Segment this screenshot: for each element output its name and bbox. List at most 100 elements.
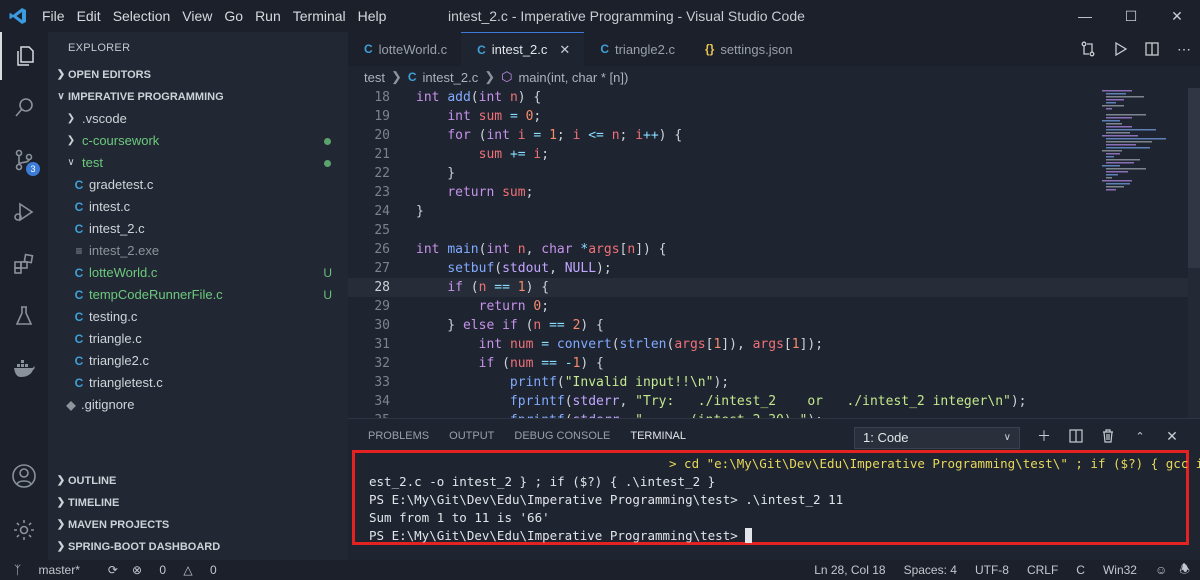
problems-status[interactable]: ⊗ 0 △ 0	[132, 563, 231, 577]
tree-item-tempcoderunnerfile[interactable]: C tempCodeRunnerFile.c U	[48, 284, 348, 306]
project-section[interactable]: ∨ IMPERATIVE PROGRAMMING	[48, 86, 348, 108]
platform-status[interactable]: Win32	[1103, 563, 1137, 577]
tree-item-triangle[interactable]: C triangle.c	[48, 328, 348, 350]
docker-icon[interactable]	[0, 344, 48, 392]
account-icon[interactable]	[0, 452, 48, 500]
language-mode[interactable]: C	[1076, 563, 1085, 577]
feedback-icon[interactable]: ☺	[1155, 563, 1167, 577]
code-line[interactable]: 31 int num = convert(strlen(args[1]), ar…	[348, 335, 1200, 354]
tree-item-intest-2-exe[interactable]: ≡ intest_2.exe	[48, 240, 348, 262]
split-editor-icon[interactable]	[1136, 41, 1168, 57]
search-icon[interactable]	[0, 84, 48, 132]
code-line[interactable]: 34 fprintf(stderr, "Try: ./intest_2 or .…	[348, 392, 1200, 411]
minimap[interactable]	[1098, 88, 1188, 208]
tree-item-testing[interactable]: C testing.c	[48, 306, 348, 328]
spring-boot-dashboard-section[interactable]: ❯ SPRING-BOOT DASHBOARD	[48, 536, 348, 558]
editor-scrollbar[interactable]	[1188, 88, 1200, 418]
code-line[interactable]: 35 fprintf(stderr, " (intest_2 30) ");	[348, 411, 1200, 418]
menu-help[interactable]: Help	[352, 8, 393, 24]
terminal-prompt-line: PS E:\My\Git\Dev\Edu\Imperative Programm…	[369, 527, 1186, 545]
compare-changes-icon[interactable]	[1072, 41, 1104, 57]
tree-item-gitignore[interactable]: ◆ .gitignore	[48, 394, 348, 416]
open-editors-section[interactable]: ❯ OPEN EDITORS	[48, 64, 348, 86]
tree-item-lotteworld[interactable]: C lotteWorld.c U	[48, 262, 348, 284]
code-line[interactable]: 32 if (num == -1) {	[348, 354, 1200, 373]
code-line[interactable]: 26 int main(int n, char *args[n]) {	[348, 240, 1200, 259]
run-code-icon[interactable]	[1104, 41, 1136, 57]
tree-item-intest-2[interactable]: C intest_2.c	[48, 218, 348, 240]
panel-tab-debug-console[interactable]: DEBUG CONSOLE	[514, 430, 610, 442]
explorer-icon[interactable]	[0, 32, 48, 80]
menu-file[interactable]: File	[36, 8, 71, 24]
breadcrumb-file[interactable]: intest_2.c	[423, 70, 479, 85]
tree-item-triangletest[interactable]: C triangletest.c	[48, 372, 348, 394]
panel-tab-output[interactable]: OUTPUT	[449, 430, 494, 442]
code-line[interactable]: 27 setbuf(stdout, NULL);	[348, 259, 1200, 278]
close-panel-icon[interactable]: ✕	[1156, 425, 1188, 447]
code-line[interactable]: 22 }	[348, 164, 1200, 183]
code-line[interactable]: 33 printf("Invalid input!!\n");	[348, 373, 1200, 392]
sync-icon[interactable]: ⟳	[108, 563, 118, 577]
source-control-icon[interactable]: 3	[0, 136, 48, 184]
cursor-position[interactable]: Ln 28, Col 18	[814, 563, 885, 577]
run-debug-icon[interactable]	[0, 188, 48, 236]
branch-status[interactable]: ᛉ master*	[14, 563, 94, 577]
indentation-status[interactable]: Spaces: 4	[904, 563, 957, 577]
panel-tab-problems[interactable]: PROBLEMS	[368, 430, 429, 442]
kill-terminal-icon[interactable]	[1092, 425, 1124, 447]
code-line[interactable]: 24}	[348, 202, 1200, 221]
tree-item-vscode[interactable]: ❯ .vscode	[48, 108, 348, 130]
code-line[interactable]: 18 int add(int n) {	[348, 88, 1200, 107]
menu-edit[interactable]: Edit	[71, 8, 107, 24]
breadcrumb-symbol[interactable]: main(int, char * [n])	[518, 70, 628, 85]
extensions-icon[interactable]	[0, 240, 48, 288]
panel-tab-terminal[interactable]: TERMINAL	[630, 430, 686, 442]
code-line[interactable]: 20 for (int i = 1; i <= n; i++) {	[348, 126, 1200, 145]
close-tab-icon[interactable]: ✕	[559, 42, 570, 58]
menu-view[interactable]: View	[176, 8, 218, 24]
tab-lotteworld[interactable]: C lotteWorld.c	[348, 32, 461, 66]
breadcrumb-folder[interactable]: test	[364, 70, 385, 85]
testing-flask-icon[interactable]	[0, 292, 48, 340]
c-file-icon: C	[74, 288, 84, 302]
encoding-status[interactable]: UTF-8	[975, 563, 1009, 577]
menu-go[interactable]: Go	[218, 8, 249, 24]
terminal-output[interactable]: > cd "e:\My\Git\Dev\Edu\Imperative Progr…	[352, 450, 1200, 545]
tree-item-test[interactable]: ∨ test	[48, 152, 348, 174]
code-line[interactable]: 21 sum += i;	[348, 145, 1200, 164]
code-line[interactable]: 23 return sum;	[348, 183, 1200, 202]
tree-item-c-coursework[interactable]: ❯ c-coursework	[48, 130, 348, 152]
maximize-icon[interactable]: ☐	[1108, 0, 1154, 32]
code-line[interactable]: 30 } else if (n == 2) {	[348, 316, 1200, 335]
menu-terminal[interactable]: Terminal	[287, 8, 352, 24]
code-line[interactable]: 25	[348, 221, 1200, 240]
tree-item-intest[interactable]: C intest.c	[48, 196, 348, 218]
menu-selection[interactable]: Selection	[107, 8, 177, 24]
eol-status[interactable]: CRLF	[1027, 563, 1058, 577]
code-line[interactable]: 28 if (n == 1) {	[348, 278, 1200, 297]
minimap-line	[1106, 114, 1146, 116]
outline-section[interactable]: ❯ OUTLINE	[48, 470, 348, 492]
tab-settings-json[interactable]: {} settings.json	[689, 32, 807, 66]
maximize-panel-icon[interactable]: ⌃	[1124, 425, 1156, 447]
minimize-icon[interactable]: —	[1062, 0, 1108, 32]
tab-triangle2[interactable]: C triangle2.c	[584, 32, 689, 66]
code-line[interactable]: 19 int sum = 0;	[348, 107, 1200, 126]
scrollbar-thumb[interactable]	[1188, 88, 1200, 268]
tree-item-gradetest[interactable]: C gradetest.c	[48, 174, 348, 196]
more-actions-icon[interactable]: ⋯	[1168, 41, 1200, 58]
notifications-bell-icon[interactable]: 🕭	[1179, 560, 1190, 580]
code-editor[interactable]: 18 int add(int n) {19 int sum = 0; 20 for …	[348, 88, 1200, 418]
tab-intest-2[interactable]: C intest_2.c ✕	[461, 32, 585, 66]
tree-item-triangle2[interactable]: C triangle2.c	[48, 350, 348, 372]
line-number: 32	[374, 356, 390, 371]
timeline-section[interactable]: ❯ TIMELINE	[48, 492, 348, 514]
settings-gear-icon[interactable]	[0, 506, 48, 554]
close-window-icon[interactable]: ✕	[1154, 0, 1200, 32]
maven-projects-section[interactable]: ❯ MAVEN PROJECTS	[48, 514, 348, 536]
split-terminal-icon[interactable]	[1060, 425, 1092, 447]
terminal-select[interactable]: 1: Code ∨	[854, 427, 1020, 449]
menu-run[interactable]: Run	[249, 8, 287, 24]
new-terminal-icon[interactable]: ＋	[1028, 425, 1060, 447]
code-line[interactable]: 29 return 0;	[348, 297, 1200, 316]
